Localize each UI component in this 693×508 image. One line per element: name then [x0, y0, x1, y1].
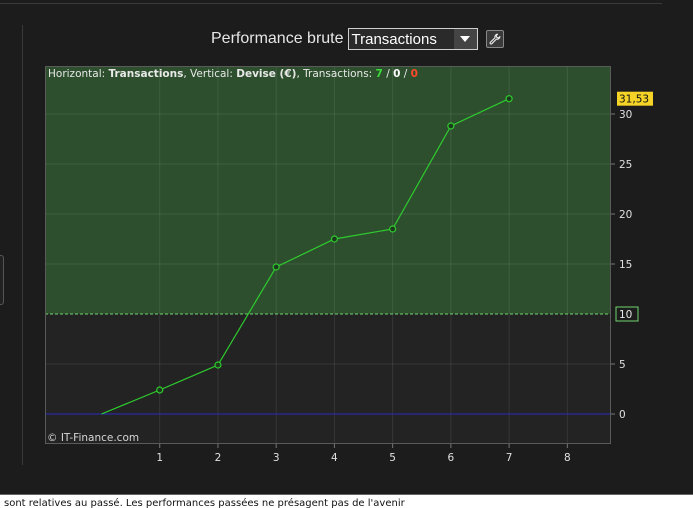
y-tick-label: 25 [619, 159, 632, 171]
x-tick-label: 1 [156, 452, 163, 464]
count-neutral: 0 [393, 68, 400, 80]
x-tick-label: 5 [389, 452, 396, 464]
last-value-badge-label: 31,53 [619, 94, 649, 106]
x-tick-label: 6 [448, 452, 455, 464]
last-value-badge: 31,53 [617, 91, 653, 106]
info-vertical-prefix: , Vertical: [183, 68, 236, 80]
data-point [156, 386, 164, 394]
info-horizontal-value: Transactions [109, 68, 184, 80]
threshold-badge: 10 [615, 306, 639, 322]
x-tick-label: 4 [331, 452, 338, 464]
info-vertical-value: Devise (€) [236, 68, 296, 80]
count-losing: 0 [411, 68, 418, 80]
y-tick-label: 0 [619, 409, 626, 421]
info-horizontal-prefix: Horizontal: [48, 68, 109, 80]
x-tick-label: 8 [564, 452, 571, 464]
x-tick-label: 2 [215, 452, 222, 464]
threshold-badge-label: 10 [619, 309, 632, 321]
info-separator: / [400, 68, 410, 80]
info-separator: / [383, 68, 393, 80]
x-axis-ticks: 1 2 3 4 5 6 7 8 [156, 444, 571, 464]
y-tick-label: 20 [619, 209, 632, 221]
data-point [505, 95, 513, 103]
count-winning: 7 [376, 68, 383, 80]
watermark: © IT-Finance.com [47, 432, 139, 444]
y-tick-label: 5 [619, 359, 626, 371]
data-point [447, 122, 455, 130]
data-point [389, 225, 397, 233]
data-point [330, 235, 339, 243]
y-tick-label: 30 [619, 109, 632, 121]
y-tick-label: 15 [619, 259, 632, 271]
data-point [214, 361, 222, 369]
data-point [272, 263, 280, 271]
disclaimer-footer: sont relatives au passé. Les performance… [0, 494, 693, 508]
info-line: Horizontal: Transactions, Vertical: Devi… [48, 68, 418, 80]
performance-chart: Horizontal: Transactions, Vertical: Devi… [45, 66, 653, 464]
x-tick-label: 3 [273, 452, 280, 464]
x-tick-label: 7 [506, 452, 513, 464]
y-axis-ticks: 0 5 15 20 25 30 [611, 109, 632, 421]
info-transactions-prefix: , Transactions: [296, 68, 375, 80]
profit-zone [45, 66, 611, 314]
